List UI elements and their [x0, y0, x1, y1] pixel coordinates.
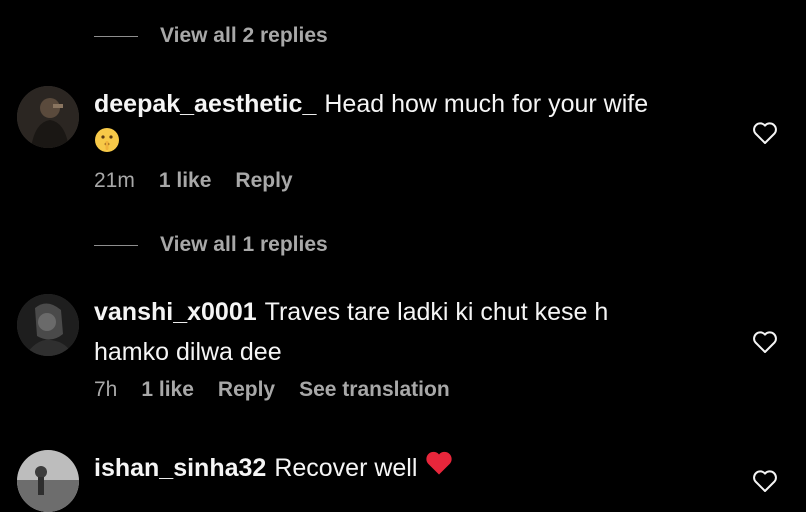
avatar-image	[17, 294, 79, 356]
replies-divider-line	[94, 244, 138, 246]
view-replies-link[interactable]: View all 2 replies	[160, 24, 328, 48]
comment-meta: 7h 1 like Reply See translation	[94, 375, 474, 405]
shushing-face-emoji-icon	[94, 125, 120, 165]
comment-username[interactable]: vanshi_x0001	[94, 298, 257, 326]
avatar[interactable]	[17, 450, 79, 512]
red-heart-emoji-icon	[424, 449, 454, 489]
avatar[interactable]	[17, 86, 79, 148]
comment-time: 7h	[94, 378, 118, 401]
comment-body: ishan_sinha32 Recover well	[94, 448, 734, 489]
view-replies-row[interactable]: View all 2 replies	[0, 21, 328, 51]
avatar-image	[17, 450, 79, 512]
reply-button[interactable]: Reply	[235, 169, 292, 193]
see-translation-button[interactable]: See translation	[299, 378, 450, 402]
view-replies-row[interactable]: View all 1 replies	[0, 230, 328, 260]
avatar[interactable]	[17, 294, 79, 356]
view-replies-link[interactable]: View all 1 replies	[160, 233, 328, 257]
comment-username[interactable]: ishan_sinha32	[94, 454, 266, 482]
like-count[interactable]: 1 like	[141, 378, 194, 402]
like-heart-icon[interactable]	[752, 469, 778, 493]
comment-text: Head how much for your wife	[324, 90, 649, 118]
like-heart-icon[interactable]	[752, 330, 778, 354]
comment-text: Traves tare ladki ki chut kese h	[264, 298, 609, 326]
avatar-image	[17, 86, 79, 148]
comment-time: 21m	[94, 169, 135, 192]
comment-body: vanshi_x0001 Traves tare ladki ki chut ke…	[94, 292, 734, 372]
like-count[interactable]: 1 like	[159, 169, 212, 193]
comment-body: deepak_aesthetic_ Head how much for your …	[94, 84, 734, 165]
replies-divider-line	[94, 35, 138, 37]
comment-meta: 21m 1 like Reply	[94, 166, 317, 196]
like-heart-icon[interactable]	[752, 121, 778, 145]
comment-text-continued: hamko dilwa dee	[94, 338, 282, 366]
comment-username[interactable]: deepak_aesthetic_	[94, 90, 316, 118]
comment-text: Recover well	[274, 454, 418, 482]
reply-button[interactable]: Reply	[218, 378, 275, 402]
